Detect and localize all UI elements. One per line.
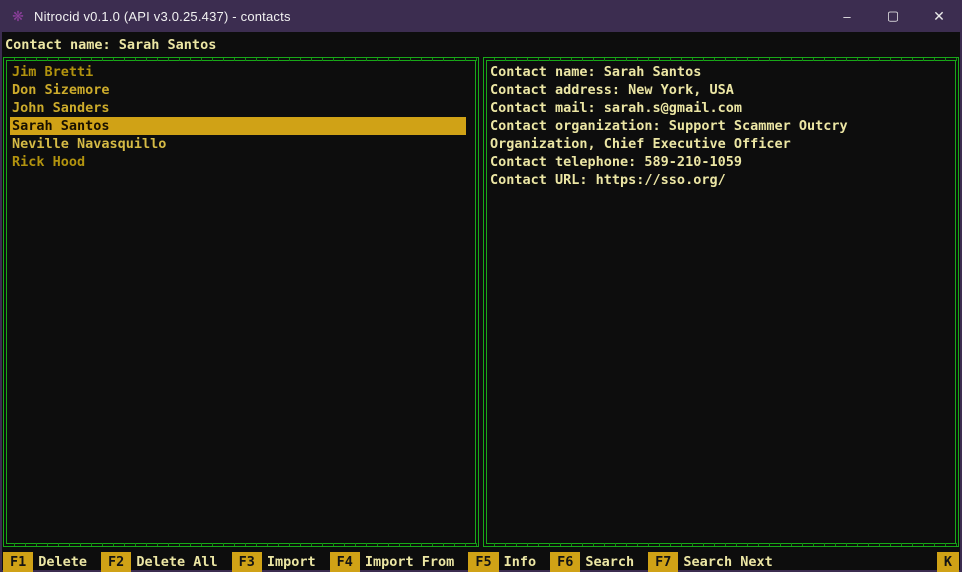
contact-details: Contact name: Sarah SantosContact addres…: [490, 63, 952, 189]
fkey-label: Delete All: [136, 552, 217, 572]
keybindings-overflow-key[interactable]: K: [937, 552, 959, 572]
detail-line: Contact telephone: 589-210-1059: [490, 153, 952, 171]
fkey-f4[interactable]: F4Import From: [330, 552, 455, 572]
app-window: ❋ Nitrocid v0.1.0 (API v3.0.25.437) - co…: [0, 0, 962, 572]
list-item[interactable]: Sarah Santos: [10, 117, 466, 135]
list-item[interactable]: Neville Navasquillo: [10, 135, 466, 153]
detail-line: Contact URL: https://sso.org/: [490, 171, 952, 189]
nitrocid-logo-icon: ❋: [10, 8, 26, 24]
list-item[interactable]: Rick Hood: [10, 153, 466, 171]
fkey-badge[interactable]: F7: [648, 552, 678, 572]
contact-list-panel: Jim BrettiDon SizemoreJohn SandersSarah …: [3, 57, 479, 547]
detail-line: Contact address: New York, USA: [490, 81, 952, 99]
window-title: Nitrocid v0.1.0 (API v3.0.25.437) - cont…: [34, 9, 291, 24]
fkey-badge[interactable]: F5: [468, 552, 498, 572]
fkey-badge[interactable]: F3: [232, 552, 262, 572]
contact-list: Jim BrettiDon SizemoreJohn SandersSarah …: [10, 63, 472, 171]
fkey-badge[interactable]: F1: [3, 552, 33, 572]
fkey-f3[interactable]: F3Import: [232, 552, 316, 572]
fkey-badge[interactable]: F6: [550, 552, 580, 572]
fkey-label: Search Next: [683, 552, 772, 572]
fkey-label: Import: [267, 552, 316, 572]
minimize-button[interactable]: –: [824, 0, 870, 32]
fkey-badge[interactable]: F4: [330, 552, 360, 572]
titlebar[interactable]: ❋ Nitrocid v0.1.0 (API v3.0.25.437) - co…: [0, 0, 962, 32]
close-button[interactable]: ✕: [916, 0, 962, 32]
detail-line: Contact organization: Support Scammer Ou…: [490, 117, 952, 135]
fkey-label: Search: [585, 552, 634, 572]
fkey-f6[interactable]: F6Search: [550, 552, 634, 572]
window-controls: – ▢ ✕: [824, 0, 962, 32]
panels-container: Jim BrettiDon SizemoreJohn SandersSarah …: [2, 57, 960, 547]
maximize-button[interactable]: ▢: [870, 0, 916, 32]
list-item[interactable]: Don Sizemore: [10, 81, 466, 99]
list-item[interactable]: John Sanders: [10, 99, 466, 117]
detail-line: Contact mail: sarah.s@gmail.com: [490, 99, 952, 117]
fkey-label: Delete: [38, 552, 87, 572]
fkey-f7[interactable]: F7Search Next: [648, 552, 773, 572]
detail-line: Organization, Chief Executive Officer: [490, 135, 952, 153]
function-key-bar: F1Delete F2Delete All F3Import F4Import Fro…: [2, 552, 960, 572]
contact-details-panel: Contact name: Sarah SantosContact addres…: [483, 57, 959, 547]
fkey-badge[interactable]: F2: [101, 552, 131, 572]
fkey-label: Import From: [365, 552, 454, 572]
fkey-f1[interactable]: F1Delete: [3, 552, 87, 572]
status-line: Contact name: Sarah Santos: [2, 32, 960, 57]
fkey-label: Info: [504, 552, 537, 572]
fkey-f5[interactable]: F5 Info: [468, 552, 536, 572]
fkey-f2[interactable]: F2Delete All: [101, 552, 218, 572]
list-item[interactable]: Jim Bretti: [10, 63, 466, 81]
detail-line: Contact name: Sarah Santos: [490, 63, 952, 81]
